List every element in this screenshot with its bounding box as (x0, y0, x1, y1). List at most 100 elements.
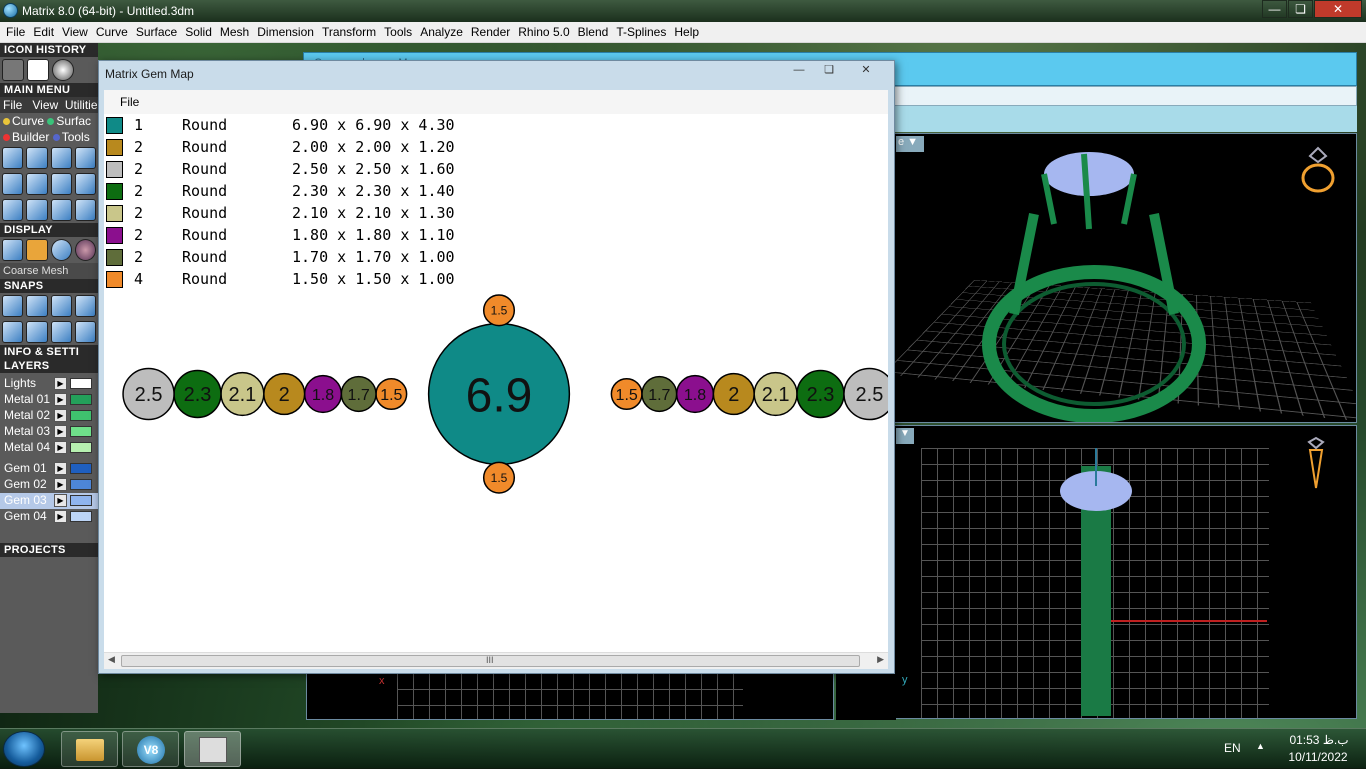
tools-link[interactable]: Tools (62, 130, 90, 144)
main-menu-utilities[interactable]: Utilitie (65, 98, 98, 112)
perspective-viewport[interactable]: e ▼ (893, 133, 1357, 423)
gem-map-maximize-button[interactable]: ❏ (816, 63, 842, 78)
menu-help[interactable]: Help (670, 22, 703, 39)
point-snap-icon[interactable] (51, 295, 72, 317)
surface-builder-link[interactable]: Surfac (56, 114, 91, 128)
curve-tool-icon[interactable] (26, 199, 47, 221)
line-snap-icon[interactable] (51, 321, 72, 343)
tray-expand-icon[interactable]: ▲ (1256, 741, 1265, 751)
layer-arrow-icon[interactable]: ▶ (54, 393, 67, 406)
matrix-taskbar-button[interactable]: V8 (122, 731, 179, 767)
network-icon[interactable] (2, 59, 24, 81)
menu-view[interactable]: View (58, 22, 92, 39)
hatch-snap-icon[interactable] (75, 321, 96, 343)
grid-snap-icon[interactable] (2, 321, 23, 343)
setting-tool-icon[interactable] (75, 173, 96, 195)
gem-map-close-button[interactable]: ✕ (846, 63, 886, 78)
box-snap-icon[interactable] (26, 321, 47, 343)
language-indicator[interactable]: EN (1224, 741, 1241, 755)
layer-color-swatch[interactable] (70, 410, 92, 421)
clock-time[interactable]: 01:53 ب.ظ (1284, 733, 1354, 747)
menu-curve[interactable]: Curve (92, 22, 132, 39)
menu-mesh[interactable]: Mesh (216, 22, 253, 39)
main-menu-view[interactable]: View (32, 98, 58, 112)
layer-arrow-icon[interactable]: ▶ (54, 478, 67, 491)
menu-render[interactable]: Render (467, 22, 514, 39)
mesh-quality-select[interactable]: Coarse Mesh (0, 263, 98, 279)
layer-row[interactable]: Metal 02 ▶ (0, 408, 98, 424)
front-viewport[interactable]: ▼ (893, 425, 1357, 719)
layer-row[interactable]: Gem 03 ▶ (0, 493, 98, 509)
scroll-right-arrow-icon[interactable]: ▶ (877, 654, 884, 665)
right-viewport[interactable]: y (836, 672, 896, 720)
mid-snap-icon[interactable] (75, 295, 96, 317)
menu-solid[interactable]: Solid (181, 22, 216, 39)
pave-tool-icon[interactable] (2, 199, 23, 221)
rail-tool-icon[interactable] (51, 199, 72, 221)
gem-map-hscroll[interactable]: ◀ III ▶ (104, 652, 888, 669)
menu-tsplines[interactable]: T-Splines (612, 22, 670, 39)
layer-row[interactable]: Metal 01 ▶ (0, 392, 98, 408)
layer-arrow-icon[interactable]: ▶ (54, 441, 67, 454)
gem-map-menu-file[interactable]: File (120, 95, 139, 109)
menu-analyze[interactable]: Analyze (416, 22, 467, 39)
top-viewport[interactable]: x (306, 672, 834, 720)
layer-row[interactable]: Gem 04 ▶ (0, 509, 98, 525)
layer-arrow-icon[interactable]: ▶ (54, 409, 67, 422)
curve-builder-link[interactable]: Curve (12, 114, 44, 128)
layer-arrow-icon[interactable]: ▶ (54, 377, 67, 390)
menu-tools[interactable]: Tools (380, 22, 416, 39)
gem-map-taskbar-button[interactable] (184, 731, 241, 767)
layer-color-swatch[interactable] (70, 511, 92, 522)
menu-rhino[interactable]: Rhino 5.0 (514, 22, 573, 39)
menu-dimension[interactable]: Dimension (253, 22, 318, 39)
head-tool-icon[interactable] (75, 147, 96, 169)
layer-row[interactable]: Gem 01 ▶ (0, 461, 98, 477)
layer-arrow-icon[interactable]: ▶ (54, 494, 67, 507)
menu-file[interactable]: File (0, 22, 29, 39)
wireframe-icon[interactable] (2, 239, 23, 261)
purple-sphere-icon[interactable] (75, 239, 96, 261)
layer-row[interactable]: Lights ▶ (0, 376, 98, 392)
layer-arrow-icon[interactable]: ▶ (54, 510, 67, 523)
layer-color-swatch[interactable] (70, 378, 92, 389)
maximize-button[interactable]: ❏ (1288, 0, 1313, 18)
minimize-button[interactable]: — (1262, 0, 1287, 18)
shank-tool-icon[interactable] (2, 173, 23, 195)
bezel-tool-icon[interactable] (51, 173, 72, 195)
matrix-v-icon[interactable] (52, 59, 74, 81)
clock-date[interactable]: 10/11/2022 (1280, 750, 1356, 764)
gem-map-minimize-button[interactable]: — (786, 63, 812, 78)
layer-arrow-icon[interactable]: ▶ (54, 425, 67, 438)
start-button[interactable] (3, 731, 45, 767)
ring-tool-icon[interactable] (2, 147, 23, 169)
render-sphere-icon[interactable] (51, 239, 72, 261)
layer-row[interactable]: Gem 02 ▶ (0, 477, 98, 493)
scroll-left-arrow-icon[interactable]: ◀ (108, 654, 115, 665)
prong-tool-icon[interactable] (26, 147, 47, 169)
main-menu-file[interactable]: File (3, 98, 22, 112)
end-snap-icon[interactable] (2, 295, 23, 317)
layer-color-swatch[interactable] (70, 463, 92, 474)
layer-color-swatch[interactable] (70, 495, 92, 506)
layer-color-swatch[interactable] (70, 442, 92, 453)
layer-arrow-icon[interactable]: ▶ (54, 462, 67, 475)
layer-color-swatch[interactable] (70, 426, 92, 437)
layer-color-swatch[interactable] (70, 479, 92, 490)
bar-tool-icon[interactable] (75, 199, 96, 221)
new-file-icon[interactable] (27, 59, 49, 81)
menu-edit[interactable]: Edit (29, 22, 58, 39)
menu-blend[interactable]: Blend (574, 22, 613, 39)
layer-row[interactable]: Metal 04 ▶ (0, 440, 98, 456)
near-snap-icon[interactable] (26, 295, 47, 317)
layer-color-swatch[interactable] (70, 394, 92, 405)
ghost-icon[interactable] (26, 239, 47, 261)
menu-transform[interactable]: Transform (318, 22, 380, 39)
add-tool-icon[interactable] (51, 147, 72, 169)
builder-link[interactable]: Builder (12, 130, 49, 144)
explorer-taskbar-button[interactable] (61, 731, 118, 767)
menu-surface[interactable]: Surface (132, 22, 181, 39)
scroll-thumb[interactable]: III (121, 655, 860, 667)
layer-row[interactable]: Metal 03 ▶ (0, 424, 98, 440)
gem-tool-icon[interactable] (26, 173, 47, 195)
